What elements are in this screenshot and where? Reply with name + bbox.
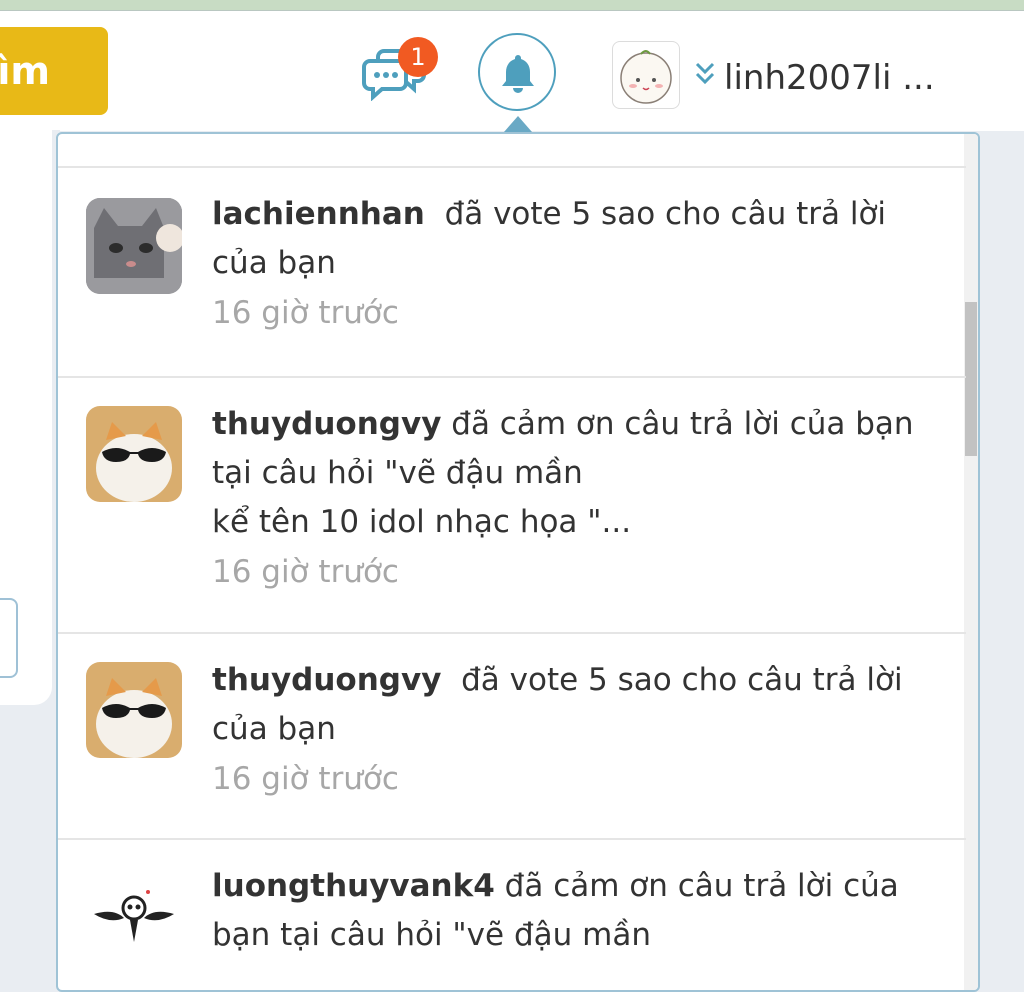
notification-text: thuyduongvy đã vote 5 sao cho câu trả lờ… [212, 656, 926, 804]
notification-item[interactable]: lachiennhan đã vote 5 sao cho câu trả lờ… [58, 166, 966, 376]
gray-cat-avatar[interactable] [86, 198, 182, 294]
cat-sunglasses-avatar[interactable] [86, 662, 182, 758]
left-textarea[interactable] [0, 598, 18, 678]
scrollbar-track[interactable] [964, 134, 978, 990]
scrollbar-thumb[interactable] [965, 302, 977, 456]
cat-sunglasses-avatar[interactable] [86, 406, 182, 502]
notification-item[interactable]: thuyduongvy đã vote 5 sao cho câu trả lờ… [58, 632, 966, 838]
messages-badge: 1 [398, 37, 438, 77]
skull-wings-avatar[interactable] [86, 868, 182, 964]
notification-username[interactable]: luongthuyvank4 [212, 868, 495, 904]
dropdown-pointer [504, 116, 532, 132]
notification-item[interactable]: luongthuyvank4 đã cảm ơn câu trả lời của… [58, 838, 966, 990]
notification-time: 16 giờ trước [212, 761, 399, 797]
notification-text: luongthuyvank4 đã cảm ơn câu trả lời của… [212, 862, 926, 960]
bell-icon [502, 55, 534, 93]
notifications-dropdown: lachiennhan đã vote 5 sao cho câu trả lờ… [56, 132, 980, 992]
notification-time: 16 giờ trước [212, 554, 399, 590]
notification-username[interactable]: thuyduongvy [212, 406, 441, 442]
notification-username[interactable]: lachiennhan [212, 196, 425, 232]
user-avatar[interactable] [612, 41, 680, 109]
top-navbar: ìm 1 linh2007li ... [0, 10, 1024, 131]
double-chevron-down-icon[interactable] [694, 61, 716, 87]
notification-text: thuyduongvy đã cảm ơn câu trả lời của bạ… [212, 400, 926, 597]
notification-time: 16 giờ trước [212, 295, 399, 331]
search-button[interactable]: ìm [0, 27, 108, 115]
notification-item[interactable]: thuyduongvy đã cảm ơn câu trả lời của bạ… [58, 376, 966, 632]
notification-username[interactable]: thuyduongvy [212, 662, 441, 698]
top-strip [0, 0, 1024, 10]
username-label[interactable]: linh2007li ... [724, 51, 935, 105]
notification-message-line2: kể tên 10 idol nhạc họa "... [212, 504, 632, 540]
notifications-button[interactable] [478, 33, 556, 111]
user-avatar-icon [620, 50, 672, 104]
notification-text: lachiennhan đã vote 5 sao cho câu trả lờ… [212, 190, 926, 338]
